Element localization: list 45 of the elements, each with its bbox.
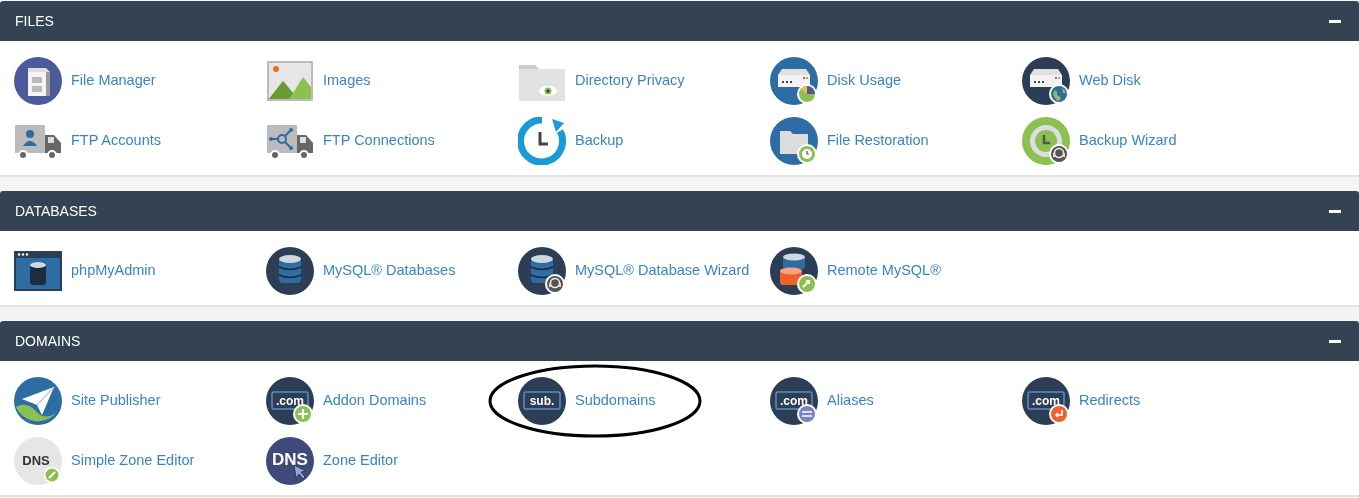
section-title: DOMAINS — [15, 331, 81, 351]
tool-link[interactable]: Web Disk — [1079, 70, 1141, 92]
tool-link[interactable]: Disk Usage — [827, 70, 902, 92]
tool-link[interactable]: Backup — [575, 130, 624, 152]
domain-redirect-icon[interactable]: .com — [1022, 377, 1070, 425]
tool-link[interactable]: Addon Domains — [323, 390, 427, 412]
tool-link[interactable]: phpMyAdmin — [71, 260, 156, 282]
server-pie-icon[interactable] — [770, 57, 818, 105]
folder-clock-icon[interactable] — [770, 117, 818, 165]
dns-cursor-icon[interactable]: DNS — [266, 437, 314, 485]
tool-link[interactable]: File Manager — [71, 70, 156, 92]
tool-link[interactable]: FTP Accounts — [71, 130, 161, 152]
tool-link[interactable]: FTP Connections — [323, 130, 435, 152]
subdomain-icon[interactable]: sub. — [518, 377, 566, 425]
tool-link[interactable]: Site Publisher — [71, 390, 161, 412]
tool-link[interactable]: Aliases — [827, 390, 874, 412]
tool-link[interactable]: Backup Wizard — [1079, 130, 1177, 152]
clock-headset-icon[interactable] — [1022, 117, 1070, 165]
tool-link[interactable]: Remote MySQL® — [827, 260, 941, 282]
cabinet-icon[interactable] — [14, 57, 62, 105]
database-icon[interactable] — [266, 247, 314, 295]
dns-pencil-icon[interactable]: DNS — [14, 437, 62, 485]
tool-link[interactable]: Redirects — [1079, 390, 1141, 412]
server-globe-icon[interactable] — [1022, 57, 1070, 105]
tool-link[interactable]: Subdomains — [575, 390, 656, 412]
collapse-icon[interactable] — [1329, 19, 1341, 23]
section-header[interactable]: FILES — [0, 1, 1359, 41]
domain-plus-icon[interactable]: .com — [266, 377, 314, 425]
tool-link[interactable]: File Restoration — [827, 130, 929, 152]
tool-link[interactable]: Directory Privacy — [575, 70, 685, 92]
section-title: FILES — [15, 11, 54, 31]
domain-equals-icon[interactable]: .com — [770, 377, 818, 425]
section-title: DATABASES — [15, 201, 97, 221]
section-header[interactable]: DOMAINS — [0, 321, 1359, 361]
tool-link[interactable]: MySQL® Databases — [323, 260, 456, 282]
tool-link[interactable]: MySQL® Database Wizard — [575, 260, 750, 282]
paper-plane-icon[interactable] — [14, 377, 62, 425]
tool-link[interactable]: Images — [323, 70, 371, 92]
section-header[interactable]: DATABASES — [0, 191, 1359, 231]
database-headset-icon[interactable] — [518, 247, 566, 295]
collapse-icon[interactable] — [1329, 209, 1341, 213]
clock-arrow-icon[interactable] — [518, 117, 566, 165]
tool-link[interactable]: Simple Zone Editor — [71, 450, 195, 472]
tool-link[interactable]: Zone Editor — [323, 450, 398, 472]
collapse-icon[interactable] — [1329, 339, 1341, 343]
